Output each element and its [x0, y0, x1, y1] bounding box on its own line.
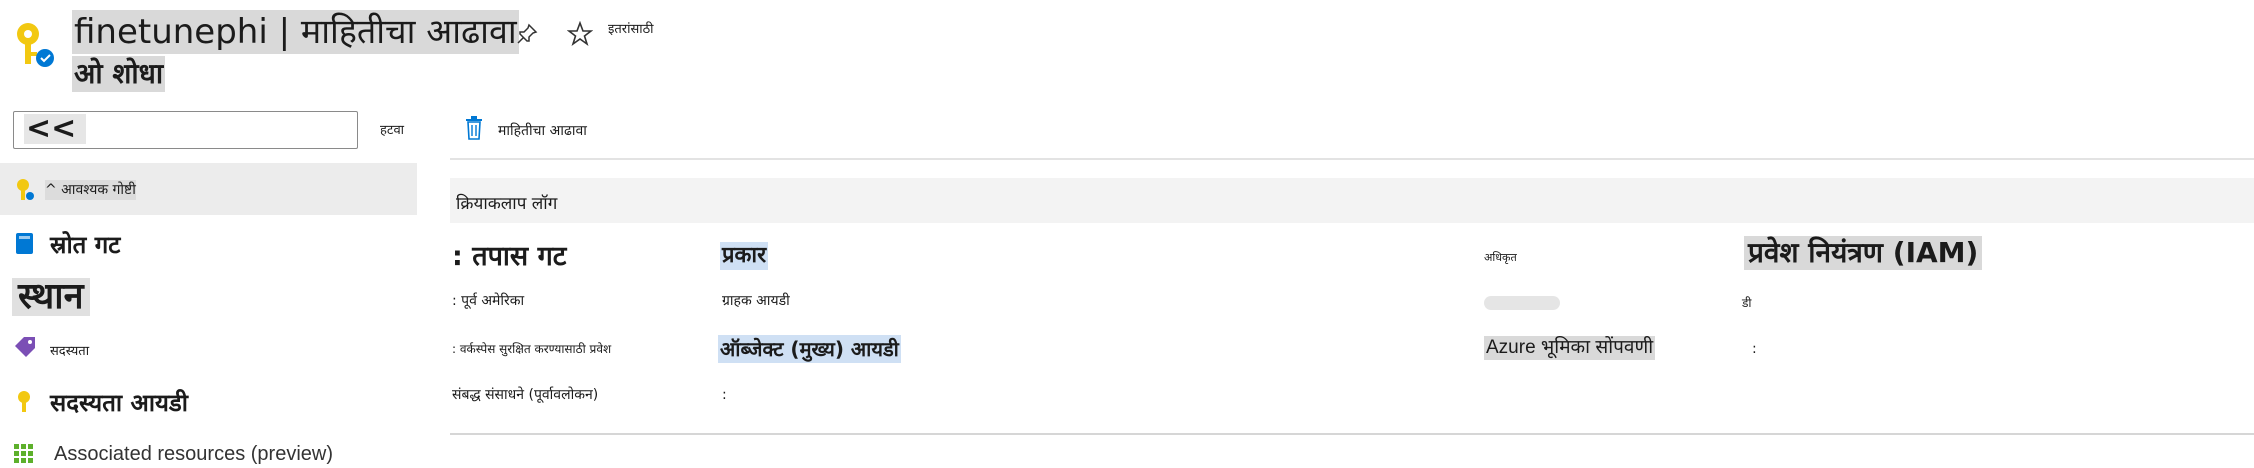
pin-icon[interactable] [515, 22, 539, 46]
essentials-label: : तपास गट [452, 241, 567, 272]
key-icon [17, 179, 34, 200]
activity-log-link[interactable]: क्रियाकलाप लॉग [456, 191, 557, 214]
toolbar-divider [450, 158, 2254, 160]
grid-icon [14, 444, 33, 463]
delete-button-label: माहितीचा आढावा [498, 123, 587, 139]
essentials-value[interactable]: ऑब्जेक्ट (मुख्य) आयडी [718, 335, 901, 363]
trash-icon [466, 116, 482, 140]
essentials-label: संबद्ध संसाधने (पूर्वावलोकन) [452, 387, 599, 403]
key-vault-icon [17, 23, 54, 67]
star-icon[interactable] [567, 21, 593, 47]
essentials-label: : वर्कस्पेस सुरक्षित करण्यासाठी प्रवेश [452, 342, 612, 356]
azure-role-assignments-label[interactable]: Azure भूमिका सोंपवणी [1484, 336, 1656, 360]
sidebar-item-label: स्रोत गट [50, 231, 121, 259]
essentials-value: : [1752, 341, 1757, 357]
essentials-value: प्रकार [720, 242, 769, 270]
page-title: finetunephi | माहितीचा आढावा [72, 10, 519, 54]
sidebar-item-label: Associated resources (preview) [54, 443, 333, 465]
access-control-link[interactable]: प्रवेश नियंत्रण (IAM) [1744, 236, 1983, 270]
collapse-button[interactable]: हटवा [380, 120, 404, 138]
essentials-label: अधिकृत [1484, 251, 1517, 264]
search-input[interactable]: << [13, 111, 358, 149]
favorite-label: इतरांसाठी [608, 22, 654, 37]
key-icon [18, 391, 30, 412]
sidebar-item-label: सदस्यता [50, 344, 90, 359]
tag-icon [15, 337, 35, 357]
search-input-value: << [24, 114, 87, 144]
sidebar-item-location[interactable]: स्थान [12, 278, 90, 316]
essentials-value: डी [1742, 296, 1752, 310]
activity-log-section [450, 178, 2254, 223]
sidebar-item-label: ^ आवश्यक गोष्टी [45, 180, 136, 200]
essentials-divider [450, 433, 2254, 435]
essentials-label: : पूर्व अमेरिका [452, 293, 525, 309]
resource-group-icon [16, 233, 33, 254]
page-subtitle: ओ शोधा [72, 56, 166, 92]
essentials-value: ग्राहक आयडी [722, 293, 790, 309]
sidebar-item-label: सदस्यता आयडी [50, 389, 188, 417]
redacted-value [1484, 296, 1560, 310]
essentials-value: : [722, 387, 727, 403]
